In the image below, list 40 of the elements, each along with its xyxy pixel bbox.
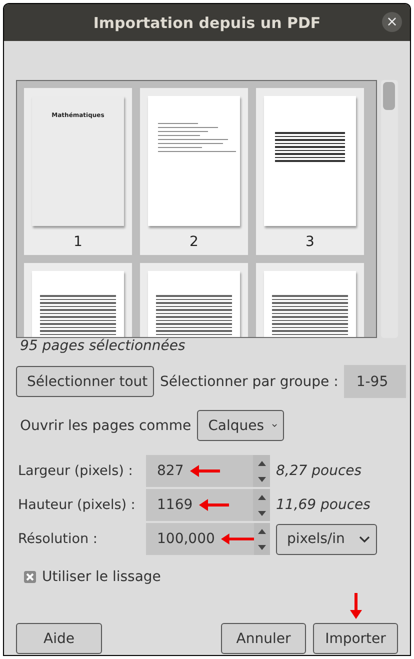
arrow-icon bbox=[190, 465, 220, 477]
spin-field[interactable]: 827 bbox=[146, 455, 270, 487]
page-cell[interactable]: 2 bbox=[140, 88, 248, 255]
chevron-icon bbox=[359, 536, 370, 542]
select-all-button[interactable]: Sélectionner tout bbox=[16, 366, 154, 397]
inches-note: 8,27 pouces bbox=[276, 462, 363, 480]
field-label: Résolution : bbox=[18, 531, 98, 547]
increment-icon bbox=[258, 494, 266, 500]
increment-icon bbox=[258, 460, 266, 466]
inches-note: 11,69 pouces bbox=[276, 496, 372, 514]
open-as-label: Ouvrir les pages comme bbox=[20, 418, 192, 434]
chevron-icon bbox=[272, 422, 278, 429]
range-label: Sélectionner par groupe : bbox=[160, 374, 338, 390]
field-label: Hauteur (pixels) : bbox=[18, 497, 136, 513]
decrement-icon bbox=[258, 544, 266, 550]
scrollbar[interactable] bbox=[381, 80, 398, 338]
decrement-icon bbox=[258, 510, 266, 516]
window-title: Importation depuis un PDF bbox=[93, 14, 321, 32]
field-label: Largeur (pixels) : bbox=[18, 463, 134, 479]
checkbox-label: Utiliser le lissage bbox=[42, 569, 161, 585]
arrow-icon bbox=[198, 499, 229, 511]
import-button[interactable]: Importer bbox=[313, 623, 398, 654]
spin-field[interactable]: 1169 bbox=[146, 489, 270, 521]
close-button[interactable]: × bbox=[382, 12, 402, 32]
decrement-icon bbox=[258, 476, 266, 482]
page-cell[interactable]: 3 bbox=[256, 88, 364, 255]
range-field[interactable]: 1-95 bbox=[344, 365, 406, 398]
page-number: 2 bbox=[190, 234, 198, 250]
unit-dropdown[interactable]: pixels/in bbox=[276, 524, 377, 554]
spin-field[interactable]: 100,000 bbox=[146, 523, 270, 555]
arrow-icon bbox=[220, 533, 254, 545]
checkbox[interactable] bbox=[24, 571, 36, 583]
help-button[interactable]: Aide bbox=[16, 623, 102, 654]
selection-count: 95 pages sélectionnées bbox=[20, 338, 186, 355]
page-number: 3 bbox=[306, 234, 314, 250]
scrollbar-thumb[interactable] bbox=[383, 82, 396, 110]
page-number: 1 bbox=[74, 234, 82, 250]
increment-icon bbox=[258, 528, 266, 534]
cancel-button[interactable]: Annuler bbox=[221, 623, 306, 654]
open-as-dropdown[interactable]: Calques bbox=[197, 410, 284, 441]
